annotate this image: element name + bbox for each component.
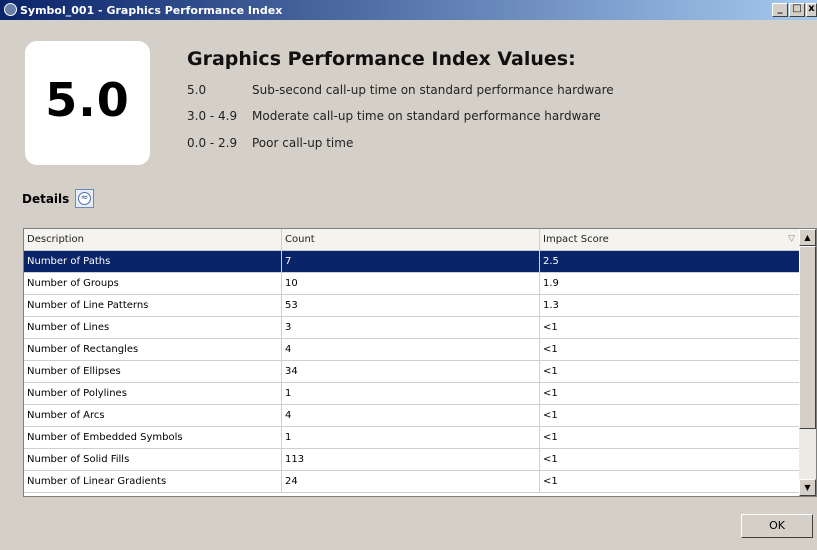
- cell-count: 1: [282, 383, 540, 404]
- table-row[interactable]: Number of Rectangles 4 <1: [24, 339, 799, 361]
- cell-impact-score: <1: [543, 388, 558, 399]
- cell-description: Number of Polylines: [24, 383, 282, 404]
- table-row[interactable]: Number of Line Patterns 53 1.3: [24, 295, 799, 317]
- table-body: Number of Paths 7 2.5 Number of Groups 10 1.9…: [24, 251, 799, 493]
- column-header-count[interactable]: Count: [282, 229, 540, 250]
- scroll-up-button[interactable]: ▲: [799, 229, 816, 246]
- legend-range: 3.0 - 4.9: [187, 109, 238, 123]
- legend-row: 0.0 - 2.9 Poor call-up time: [187, 136, 353, 150]
- table-row[interactable]: Number of Solid Fills 113 <1: [24, 449, 799, 471]
- cell-impact-score: <1: [543, 366, 558, 377]
- minimize-button[interactable]: _: [772, 3, 788, 17]
- cell-impact-score: <1: [543, 454, 558, 465]
- cell-description: Number of Embedded Symbols: [24, 427, 282, 448]
- cell-impact-score: <1: [543, 410, 558, 421]
- details-collapse-button[interactable]: ≈: [75, 189, 94, 208]
- legend-description: Moderate call-up time on standard perfor…: [252, 109, 601, 123]
- cell-count: 10: [282, 273, 540, 294]
- cell-impact-score: 2.5: [543, 256, 559, 267]
- cell-description: Number of Line Patterns: [24, 295, 282, 316]
- table-row[interactable]: Number of Polylines 1 <1: [24, 383, 799, 405]
- maximize-button[interactable]: □: [789, 3, 805, 17]
- table-header: Description Count Impact Score ▽: [24, 229, 799, 251]
- table-row[interactable]: Number of Paths 7 2.5: [24, 251, 799, 273]
- table-row[interactable]: Number of Groups 10 1.9: [24, 273, 799, 295]
- cell-impact-score: <1: [543, 322, 558, 333]
- cell-count: 24: [282, 471, 540, 492]
- cell-impact-score: 1.9: [543, 278, 559, 289]
- cell-count: 4: [282, 339, 540, 360]
- column-header-impact-score[interactable]: Impact Score ▽: [540, 229, 799, 250]
- legend-description: Sub-second call-up time on standard perf…: [252, 83, 614, 97]
- scroll-down-button[interactable]: ▼: [799, 479, 816, 496]
- title-bar: Symbol_001 - Graphics Performance Index …: [0, 0, 817, 20]
- cell-description: Number of Solid Fills: [24, 449, 282, 470]
- cell-count: 3: [282, 317, 540, 338]
- legend-range: 5.0: [187, 83, 207, 97]
- cell-description: Number of Rectangles: [24, 339, 282, 360]
- table-row[interactable]: Number of Ellipses 34 <1: [24, 361, 799, 383]
- cell-count: 53: [282, 295, 540, 316]
- cell-count: 113: [282, 449, 540, 470]
- table-row[interactable]: Number of Embedded Symbols 1 <1: [24, 427, 799, 449]
- collapse-chevron-icon: ≈: [78, 192, 91, 205]
- cell-description: Number of Paths: [24, 251, 282, 272]
- score-box: 5.0: [25, 41, 150, 165]
- cell-impact-score: 1.3: [543, 300, 559, 311]
- index-heading: Graphics Performance Index Values:: [187, 48, 576, 70]
- vertical-scrollbar[interactable]: ▲ ▼: [799, 229, 816, 496]
- cell-description: Number of Arcs: [24, 405, 282, 426]
- score-value: 5.0: [45, 73, 130, 127]
- column-header-label: Impact Score: [543, 234, 609, 245]
- table-row[interactable]: Number of Linear Gradients 24 <1: [24, 471, 799, 493]
- details-label: Details: [22, 192, 70, 206]
- cell-description: Number of Linear Gradients: [24, 471, 282, 492]
- cell-impact-score: <1: [543, 432, 558, 443]
- cell-count: 34: [282, 361, 540, 382]
- legend-row: 3.0 - 4.9 Moderate call-up time on standa…: [187, 109, 601, 123]
- close-button[interactable]: x: [806, 3, 817, 17]
- cell-description: Number of Groups: [24, 273, 282, 294]
- column-header-description[interactable]: Description: [24, 229, 282, 250]
- details-table: Description Count Impact Score ▽ Number …: [23, 228, 817, 497]
- cell-impact-score: <1: [543, 476, 558, 487]
- table-row[interactable]: Number of Arcs 4 <1: [24, 405, 799, 427]
- scroll-thumb[interactable]: [799, 246, 816, 429]
- cell-count: 1: [282, 427, 540, 448]
- sort-indicator-icon: ▽: [788, 234, 795, 244]
- cell-description: Number of Lines: [24, 317, 282, 338]
- app-icon: [4, 3, 17, 16]
- cell-impact-score: <1: [543, 344, 558, 355]
- legend-description: Poor call-up time: [252, 136, 354, 150]
- legend-range: 0.0 - 2.9: [187, 136, 238, 150]
- cell-description: Number of Ellipses: [24, 361, 282, 382]
- legend-row: 5.0 Sub-second call-up time on standard p…: [187, 83, 614, 97]
- cell-count: 7: [282, 251, 540, 272]
- ok-button[interactable]: OK: [741, 514, 813, 538]
- cell-count: 4: [282, 405, 540, 426]
- table-row[interactable]: Number of Lines 3 <1: [24, 317, 799, 339]
- window-title: Symbol_001 - Graphics Performance Index: [20, 4, 283, 17]
